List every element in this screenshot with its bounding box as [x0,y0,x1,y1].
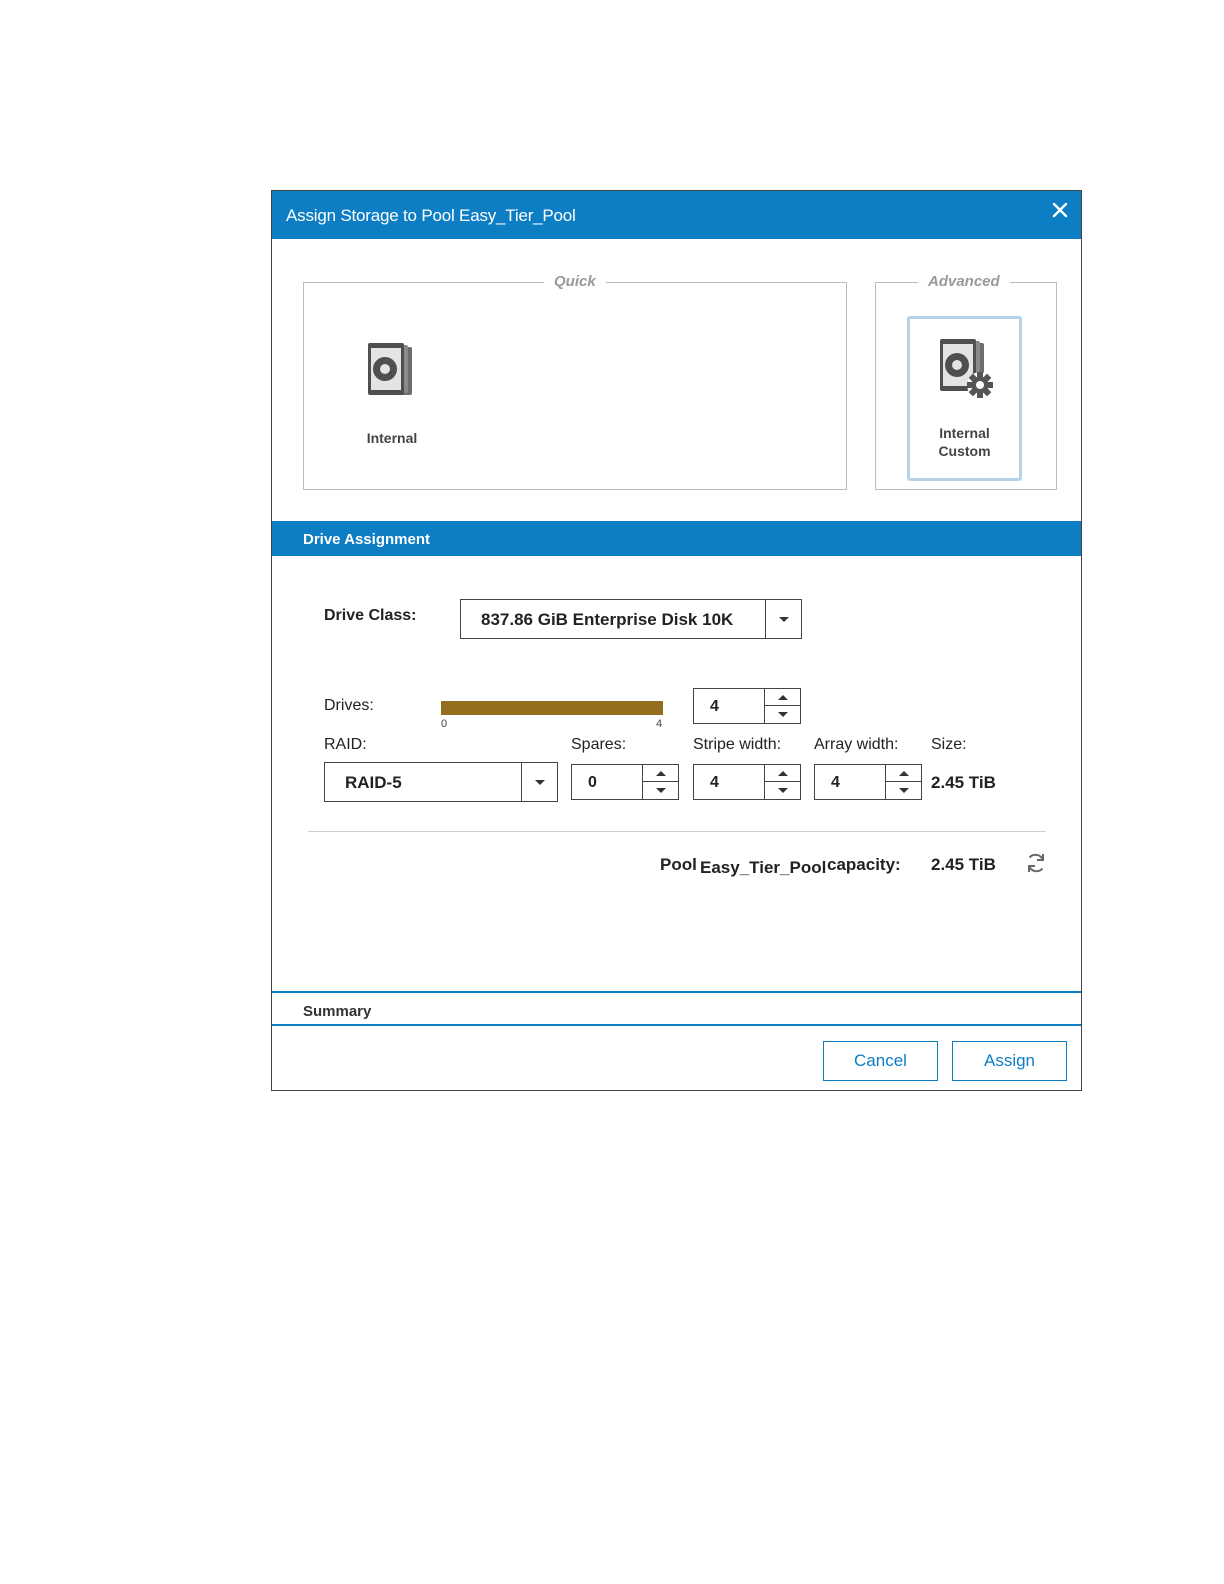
spares-value: 0 [588,774,597,791]
array-width-increment-button[interactable] [886,765,921,782]
arrow-up-icon [899,771,909,776]
summary-label[interactable]: Summary [303,1003,371,1020]
hard-disk-icon [366,343,418,402]
assign-button[interactable]: Assign [952,1041,1067,1081]
advanced-group: Advanced Internal Custom [875,273,1057,490]
arrow-up-icon [656,771,666,776]
drives-slider-max: 4 [656,718,663,730]
raid-label: RAID: [324,736,367,753]
stripe-width-decrement-button[interactable] [765,782,800,799]
advanced-legend: Advanced [918,273,1010,290]
chevron-down-icon [779,617,789,622]
internal-tile[interactable]: Internal [344,333,440,453]
arrow-up-icon [778,695,788,700]
stripe-width-stepper[interactable]: 4 [693,764,801,800]
capacity-prefix: Pool [660,855,697,874]
chevron-down-icon [535,780,545,785]
drives-slider-min: 0 [441,718,448,730]
drives-slider[interactable] [441,701,663,715]
dialog-title: Assign Storage to Pool Easy_Tier_Pool [286,206,576,225]
array-width-stepper[interactable]: 4 [814,764,922,800]
arrow-down-icon [899,788,909,793]
internal-tile-label: Internal [366,430,418,446]
spares-stepper-arrows [642,765,678,799]
spares-increment-button[interactable] [643,765,678,782]
arrow-down-icon [778,788,788,793]
assign-storage-dialog: Assign Storage to Pool Easy_Tier_Pool Qu… [271,190,1082,1091]
capacity-value: 2.45 TiB [931,855,996,874]
raid-value: RAID-5 [345,773,402,792]
close-icon[interactable] [1047,197,1073,223]
cancel-button[interactable]: Cancel [823,1041,938,1081]
size-value: 2.45 TiB [931,773,996,792]
drives-stepper-arrows [764,689,800,723]
size-label: Size: [931,736,967,753]
array-width-stepper-arrows [885,765,921,799]
raid-dropdown-button[interactable] [521,763,557,801]
internal-custom-label-1: Internal [939,425,990,441]
internal-custom-label-2: Custom [938,443,991,459]
drive-assignment-header: Drive Assignment [272,521,1081,556]
drives-value: 4 [710,698,719,715]
stripe-width-increment-button[interactable] [765,765,800,782]
drives-stepper[interactable]: 4 [693,688,801,724]
arrow-down-icon [778,712,788,717]
drives-decrement-button[interactable] [765,706,800,723]
drive-class-value: 837.86 GiB Enterprise Disk 10K [481,610,734,629]
summary-bottom-line [272,1024,1081,1026]
arrow-up-icon [778,771,788,776]
quick-legend: Quick [544,273,606,290]
drive-class-select[interactable]: 837.86 GiB Enterprise Disk 10K [460,599,802,639]
refresh-icon[interactable] [1024,851,1048,875]
dialog-titlebar: Assign Storage to Pool Easy_Tier_Pool [272,191,1081,239]
spares-stepper[interactable]: 0 [571,764,679,800]
capacity-pool-name: Easy_Tier_Pool [700,858,827,877]
quick-group: Quick Internal [303,273,847,490]
drives-increment-button[interactable] [765,689,800,706]
drive-class-label: Drive Class: [324,607,417,624]
array-width-label: Array width: [814,736,899,753]
stripe-width-stepper-arrows [764,765,800,799]
section-divider [308,831,1046,832]
drive-class-dropdown-button[interactable] [765,600,801,638]
raid-select[interactable]: RAID-5 [324,762,558,802]
arrow-down-icon [656,788,666,793]
drives-slider-fill [441,701,663,715]
spares-label: Spares: [571,736,627,753]
array-width-decrement-button[interactable] [886,782,921,799]
stripe-width-value: 4 [710,774,719,791]
array-width-value: 4 [831,774,840,791]
internal-custom-tile[interactable]: Internal Custom [907,316,1022,481]
stripe-width-label: Stripe width: [693,736,782,753]
drives-label: Drives: [324,697,374,714]
summary-top-line [272,991,1081,993]
spares-decrement-button[interactable] [643,782,678,799]
hard-disk-gear-icon [938,339,1000,406]
drive-assignment-title: Drive Assignment [303,531,430,548]
capacity-suffix: capacity: [827,855,901,874]
